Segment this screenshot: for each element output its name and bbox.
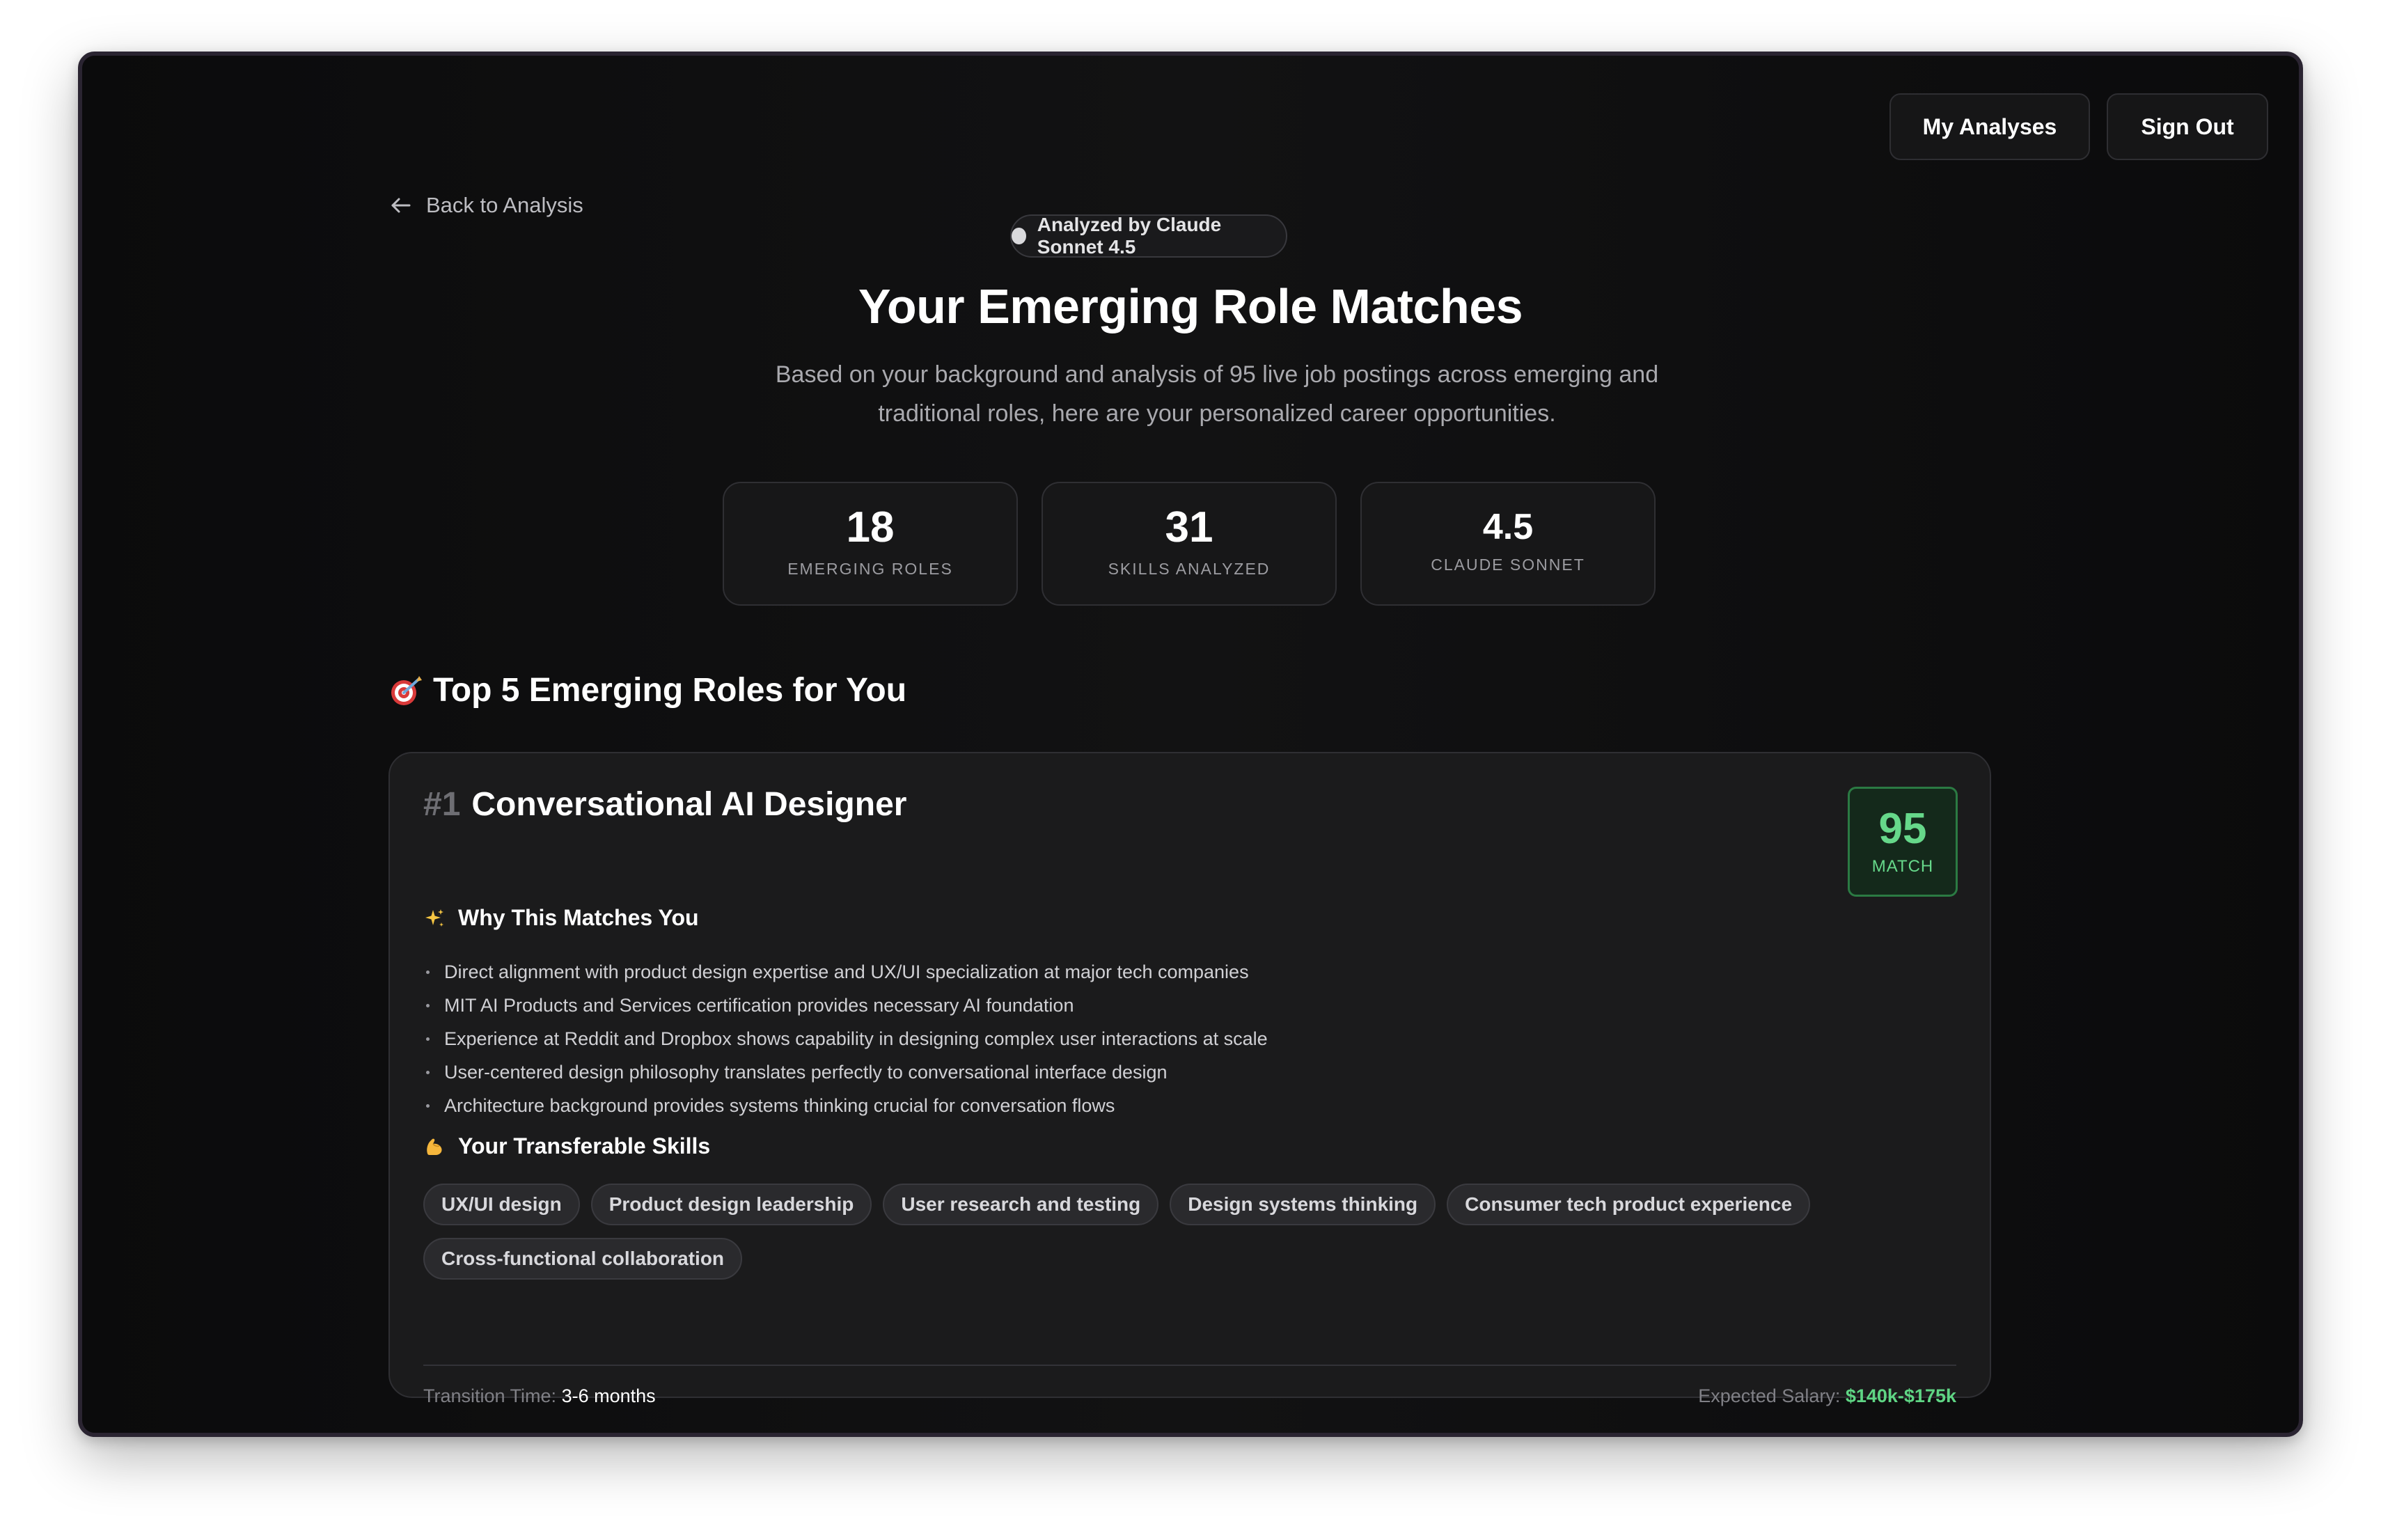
list-item: Direct alignment with product design exp…: [423, 955, 1268, 989]
match-score-box: 95 MATCH: [1848, 787, 1958, 897]
role-card[interactable]: #1 Conversational AI Designer 95 MATCH Wh…: [388, 752, 1991, 1406]
card-divider: [423, 1365, 1956, 1366]
stat-value: 4.5: [1482, 507, 1534, 547]
sparkles-icon: [425, 909, 443, 927]
transition-time-value: 3-6 months: [561, 1385, 656, 1406]
page-subtitle: Based on your background and analysis of…: [775, 361, 1659, 427]
app-window: Back to Analysis My Analyses Sign Out An…: [78, 52, 2303, 1437]
stat-card-emerging-roles: 18 EMERGING ROLES: [723, 482, 1018, 606]
stat-label: CLAUDE SONNET: [1431, 556, 1585, 574]
why-matches-heading-text: Why This Matches You: [458, 905, 699, 930]
match-reasons-list: Direct alignment with product design exp…: [423, 955, 1268, 1122]
stat-value: 18: [846, 503, 895, 551]
section-title-text: Top 5 Emerging Roles for You: [433, 672, 907, 709]
page-title: Your Emerging Role Matches: [858, 279, 1523, 333]
skill-tag: Cross-functional collaboration: [423, 1238, 743, 1280]
role-name: Conversational AI Designer: [471, 786, 907, 823]
stat-label: EMERGING ROLES: [787, 560, 953, 578]
sign-out-button[interactable]: Sign Out: [2107, 93, 2268, 160]
match-label: MATCH: [1871, 857, 1934, 876]
role-rank: #1: [423, 786, 461, 823]
section-heading: Top 5 Emerging Roles for You: [388, 671, 906, 709]
arrow-left-icon: [391, 198, 411, 213]
transferable-skills-heading-text: Your Transferable Skills: [458, 1133, 711, 1158]
stat-card-skills-analyzed: 31 SKILLS ANALYZED: [1042, 482, 1337, 606]
back-to-analysis-link[interactable]: Back to Analysis: [388, 188, 583, 223]
skill-tag: UX/UI design: [423, 1184, 580, 1225]
match-score: 95: [1878, 805, 1927, 853]
expected-salary-value: $140k-$175k: [1845, 1385, 1956, 1406]
list-item: Experience at Reddit and Dropbox shows c…: [423, 1022, 1268, 1055]
model-badge: Analyzed by Claude Sonnet 4.5: [1010, 214, 1287, 258]
flexed-biceps-icon: [427, 1138, 442, 1155]
role-title: #1 Conversational AI Designer: [423, 785, 906, 824]
back-link-label: Back to Analysis: [426, 193, 583, 217]
stat-value: 31: [1165, 503, 1213, 551]
list-item: Architecture background provides systems…: [423, 1089, 1268, 1122]
skill-tag: Consumer tech product experience: [1447, 1184, 1811, 1225]
transferable-skills-heading: Your Transferable Skills: [423, 1133, 710, 1159]
my-analyses-button[interactable]: My Analyses: [1889, 93, 2090, 160]
expected-salary-label: Expected Salary:: [1698, 1385, 1841, 1406]
list-item: User-centered design philosophy translat…: [423, 1055, 1268, 1089]
list-item: MIT AI Products and Services certificati…: [423, 989, 1268, 1022]
skill-tag: Design systems thinking: [1170, 1184, 1436, 1225]
stat-card-claude-sonnet: 4.5 CLAUDE SONNET: [1360, 482, 1656, 606]
model-badge-label: Analyzed by Claude Sonnet 4.5: [1037, 214, 1222, 258]
skill-tag: Product design leadership: [590, 1184, 872, 1225]
skills-tag-list: UX/UI design Product design leadership U…: [423, 1184, 1857, 1280]
transition-time-label: Transition Time:: [423, 1385, 557, 1406]
status-dot-icon: [1012, 228, 1026, 244]
expected-salary: Expected Salary: $140k-$175k: [1698, 1385, 1956, 1407]
stat-label: SKILLS ANALYZED: [1108, 560, 1271, 578]
skill-tag: User research and testing: [883, 1184, 1159, 1225]
target-icon: [391, 675, 422, 705]
transition-time: Transition Time: 3-6 months: [423, 1385, 656, 1407]
why-matches-heading: Why This Matches You: [423, 905, 699, 931]
